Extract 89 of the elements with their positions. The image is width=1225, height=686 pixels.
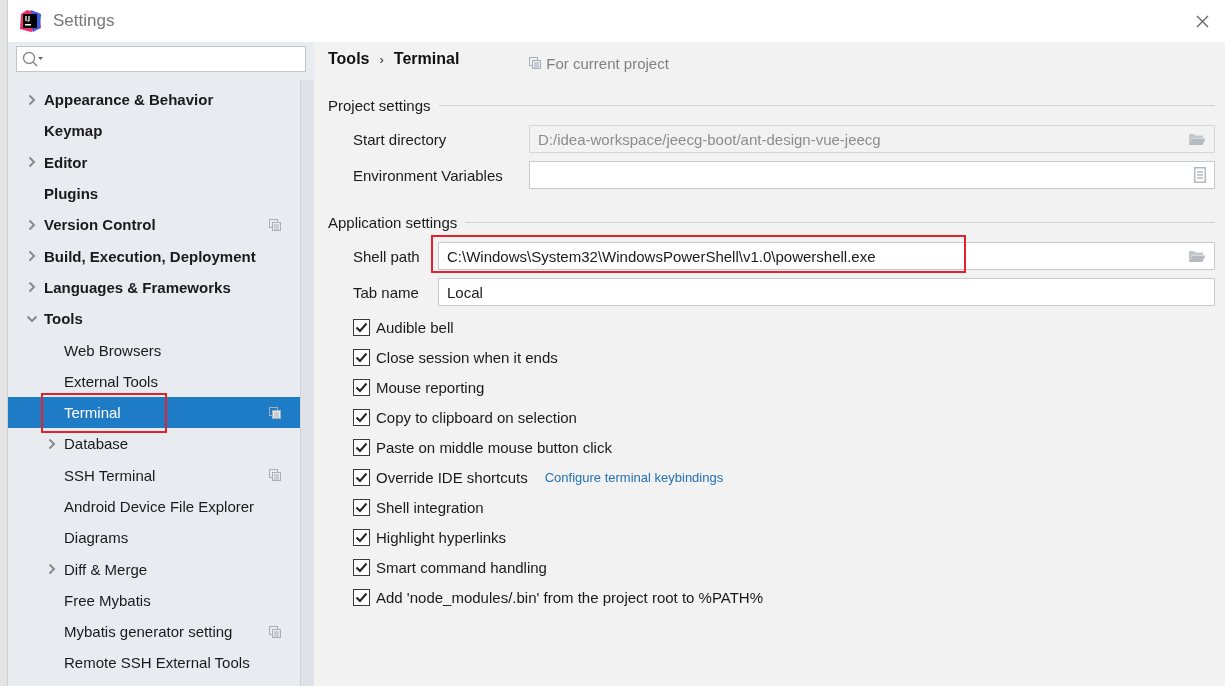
item-label: Terminal: [63, 404, 122, 422]
tree-item-row[interactable]: Database: [8, 428, 301, 460]
field-label: Start directory: [353, 130, 448, 148]
checkbox-label[interactable]: Add 'node_modules/.bin' from the project root to %PATH%: [376, 588, 764, 606]
section-title: Project settings: [328, 96, 431, 114]
item-label: Mybatis generator setting: [63, 623, 234, 641]
close-icon[interactable]: [1196, 14, 1209, 28]
chevron-icon[interactable]: [48, 563, 56, 576]
item-label: Diagrams: [63, 529, 130, 547]
tree-item-row[interactable]: Mybatis generator setting: [8, 616, 301, 648]
tree-item-row[interactable]: Diff & Merge: [8, 553, 301, 585]
checkbox[interactable]: [353, 378, 370, 396]
item-label: Android Device File Explorer: [63, 498, 256, 515]
field-label: Tab name: [353, 283, 420, 301]
tree-item-row[interactable]: Terminal: [8, 396, 301, 429]
checkbox[interactable]: [353, 438, 370, 456]
checkbox[interactable]: [353, 498, 370, 516]
copy-icon: [529, 57, 542, 69]
checkbox-label[interactable]: Shell integration: [376, 498, 484, 516]
breadcrumb-item: Tools: [328, 50, 370, 68]
tree-item-row[interactable]: Tools: [8, 303, 301, 335]
tree-item-row[interactable]: Android Device File Explorer: [8, 490, 301, 523]
checkbox[interactable]: [353, 588, 370, 606]
checkbox-label[interactable]: Paste on middle mouse button click: [376, 438, 612, 456]
checkbox-label[interactable]: Close session when it ends: [376, 348, 558, 366]
item-label: Tools: [43, 310, 84, 328]
tree-item-row[interactable]: Appearance & Behavior: [8, 84, 301, 116]
chevron-down-icon[interactable]: [26, 314, 38, 323]
tree-item-row[interactable]: Diagrams: [8, 522, 301, 554]
checkbox[interactable]: [353, 558, 370, 576]
folder-icon[interactable]: [1188, 249, 1206, 263]
app-logo-icon: [19, 10, 41, 32]
item-label: Version Control: [43, 216, 157, 234]
item-label: Web Browsers: [63, 341, 163, 359]
field-label: Environment Variables: [353, 166, 504, 184]
tree-item-row[interactable]: Remote SSH External Tools: [8, 647, 301, 679]
tree-item-row[interactable]: Build, Execution, Deployment: [8, 240, 301, 272]
text-field[interactable]: [529, 161, 1215, 189]
item-label: Plugins: [43, 185, 100, 203]
tree-item-row[interactable]: Editor: [8, 146, 301, 178]
checkbox[interactable]: [353, 318, 370, 336]
checkbox-label[interactable]: Mouse reporting: [376, 378, 485, 396]
scrollbar[interactable]: [300, 80, 314, 686]
checkbox[interactable]: [353, 348, 370, 366]
checkbox-label[interactable]: Smart command handling: [376, 558, 547, 576]
checkbox-label[interactable]: Copy to clipboard on selection: [376, 408, 577, 426]
checkbox-label[interactable]: Highlight hyperlinks: [376, 528, 507, 546]
path-field[interactable]: C:\Windows\System32\WindowsPowerShell\v1.0\powershell.exe: [438, 242, 1215, 270]
search-icon[interactable]: [22, 51, 44, 67]
section-title: Application settings: [328, 213, 458, 231]
chevron-icon[interactable]: [28, 93, 36, 106]
chevron-icon[interactable]: [28, 218, 36, 231]
item-label: Remote SSH External Tools: [63, 654, 251, 672]
chevron-icon[interactable]: [28, 156, 36, 169]
chevron-icon[interactable]: [28, 250, 36, 263]
field-label: Shell path: [353, 247, 421, 265]
tree-item-row[interactable]: Web Browsers: [8, 334, 301, 366]
item-label: Keymap: [43, 122, 104, 140]
tree-item-row[interactable]: External Tools: [8, 365, 301, 397]
chevron-icon[interactable]: [28, 281, 36, 294]
checkbox[interactable]: [353, 408, 370, 426]
document-icon[interactable]: [1194, 167, 1206, 183]
breadcrumb-item: Terminal: [393, 50, 460, 68]
tree-item-row[interactable]: Version Control: [8, 209, 301, 241]
chevron-icon[interactable]: [48, 437, 56, 450]
item-label: External Tools: [63, 372, 159, 390]
tree-item-row[interactable]: Languages & Frameworks: [8, 271, 301, 304]
item-label: Diff & Merge: [63, 560, 149, 578]
search-field[interactable]: [16, 46, 306, 72]
window-title: Settings: [53, 11, 115, 31]
keybindings-link[interactable]: Configure terminal keybindings: [544, 469, 724, 485]
scope-note: For current project: [546, 54, 669, 72]
tree-item-row[interactable]: Keymap: [8, 115, 301, 147]
checkbox-label[interactable]: Override IDE shortcuts: [376, 468, 528, 486]
item-label: Database: [63, 435, 130, 453]
checkbox[interactable]: [353, 528, 370, 546]
item-label: Editor: [43, 153, 89, 171]
text-field[interactable]: Local: [438, 278, 1215, 306]
breadcrumb-separator: ›: [379, 51, 384, 67]
item-label: SSH Terminal: [63, 466, 157, 484]
item-label: Build, Execution, Deployment: [43, 247, 257, 265]
tree-item-row[interactable]: Plugins: [8, 177, 301, 210]
item-label: Free Mybatis: [63, 591, 152, 609]
tree-item-row[interactable]: SSH Terminal: [8, 459, 301, 491]
tree-item-row[interactable]: Free Mybatis: [8, 584, 301, 617]
item-label: Languages & Frameworks: [43, 278, 232, 296]
item-label: Appearance & Behavior: [43, 91, 215, 109]
checkbox-label[interactable]: Audible bell: [376, 318, 454, 336]
checkbox[interactable]: [353, 468, 370, 486]
